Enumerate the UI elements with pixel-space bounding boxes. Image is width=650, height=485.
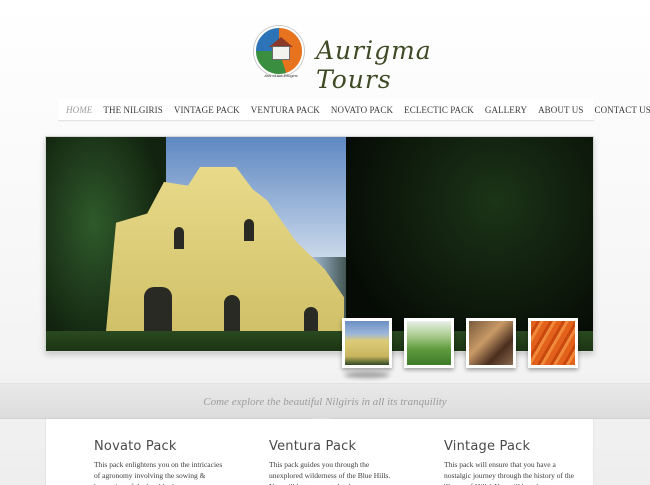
thumb-market[interactable]	[466, 318, 516, 368]
pack-title[interactable]: Ventura Pack	[269, 439, 399, 454]
logo-house	[272, 46, 290, 60]
tagline-text: Come explore the beautiful Nilgiris in a…	[203, 395, 447, 408]
nav-about-us[interactable]: ABOUT US	[538, 105, 583, 115]
nav-eclectic-pack[interactable]: ECLECTIC PACK	[404, 105, 474, 115]
nav-home[interactable]: HOME	[66, 105, 92, 115]
thumb-carrots-image	[531, 321, 575, 365]
nav-contact-us[interactable]: CONTACT US	[594, 105, 650, 115]
main-nav: HOME THE NILGIRIS VINTAGE PACK VENTURA P…	[58, 99, 650, 121]
nav-ventura-pack[interactable]: VENTURA PACK	[251, 105, 320, 115]
logo-badge-icon	[254, 26, 304, 76]
church-window	[174, 227, 184, 249]
brand-name[interactable]: Aurigma Tours	[316, 36, 514, 94]
site-logo[interactable]: Arts of the Ellugins Aurigma Tours	[254, 26, 514, 94]
thumb-hills[interactable]	[404, 318, 454, 368]
thumb-market-image	[469, 321, 513, 365]
tagline-band: Come explore the beautiful Nilgiris in a…	[0, 383, 650, 427]
pack-description: This pack will ensure that you have a no…	[444, 460, 574, 485]
nav-vintage-pack[interactable]: VINTAGE PACK	[174, 105, 240, 115]
church-window	[244, 219, 254, 241]
slider-thumbnails	[342, 318, 586, 384]
pack-card-vintage: Vintage Pack This pack will ensure that …	[444, 439, 574, 485]
pack-card-ventura: Ventura Pack This pack guides you throug…	[269, 439, 399, 485]
thumb-carrots[interactable]	[528, 318, 578, 368]
thumb-hills-image	[407, 321, 451, 365]
pack-title[interactable]: Novato Pack	[94, 439, 224, 454]
nav-gallery[interactable]: GALLERY	[485, 105, 527, 115]
pack-description: This pack enlightens you on the intricac…	[94, 460, 223, 485]
thumb-active-shadow	[344, 372, 390, 378]
nav-novato-pack[interactable]: NOVATO PACK	[331, 105, 393, 115]
nav-the-nilgiris[interactable]: THE NILGIRIS	[103, 105, 162, 115]
thumb-church[interactable]	[342, 318, 392, 378]
pack-card-novato: Novato Pack This pack enlightens you on …	[94, 439, 224, 485]
logo-tagline: Arts of the Ellugins	[264, 73, 298, 78]
pack-description: This pack guides you through the unexplo…	[269, 460, 391, 485]
pack-title[interactable]: Vintage Pack	[444, 439, 574, 454]
thumb-church-image	[345, 321, 389, 365]
packs-section: Novato Pack This pack enlightens you on …	[45, 419, 594, 485]
